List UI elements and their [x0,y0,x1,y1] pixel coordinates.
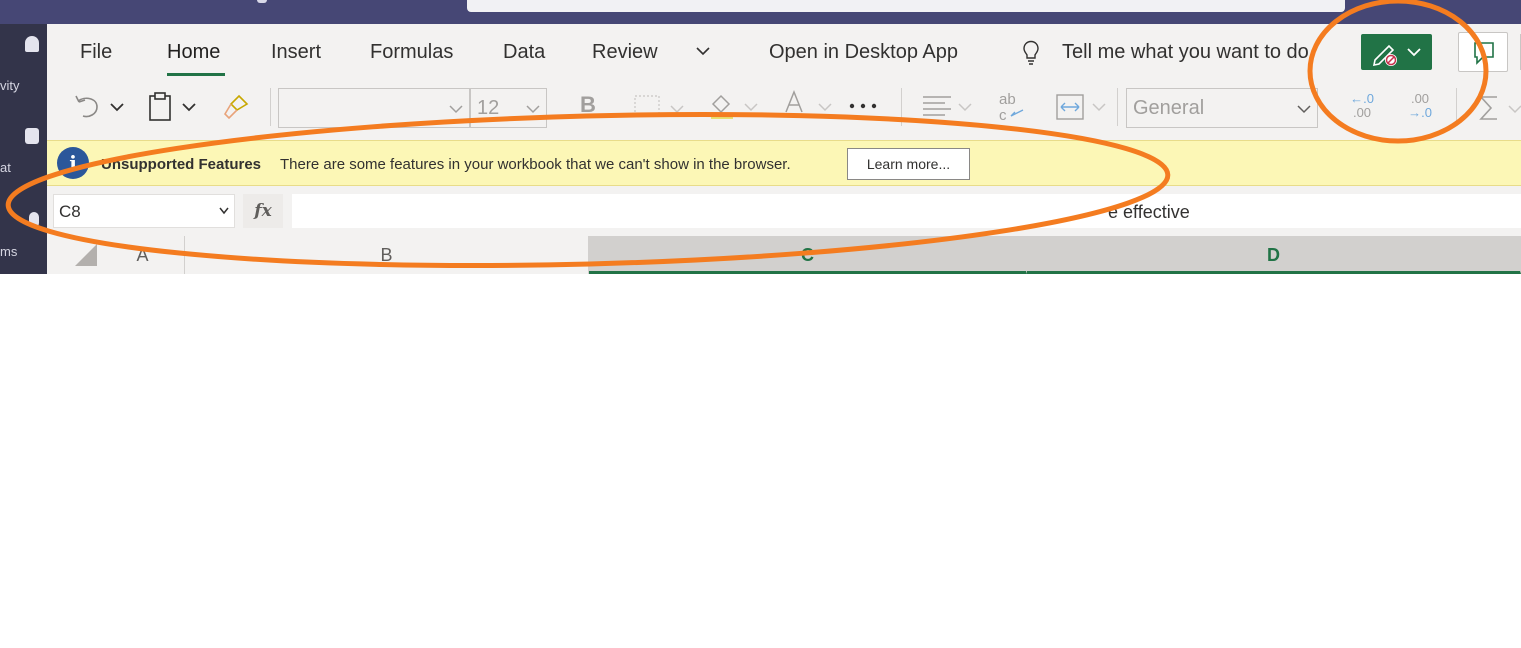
tab-file[interactable]: File [80,41,112,64]
message-text: There are some features in your workbook… [280,156,791,173]
chevron-down-icon [1297,105,1311,114]
increase-decimal-bottom: .00 [1352,105,1372,120]
font-size-value: 12 [477,97,500,119]
teams-title-bar [0,0,1521,24]
editing-mode-button[interactable] [1361,34,1432,70]
open-in-desktop-app-button[interactable]: Open in Desktop App [769,41,958,64]
tab-insert[interactable]: Insert [271,41,321,64]
insert-function-button[interactable]: fx [243,194,283,228]
divider [1117,88,1118,126]
rail-item-label: at [0,160,11,175]
teams-search-box[interactable] [467,0,1345,12]
divider [270,88,271,126]
name-box[interactable]: C8 [53,194,235,228]
column-header-b[interactable]: B [185,236,589,274]
divider [901,88,902,126]
font-size-dropdown[interactable]: 12 [470,88,547,128]
chat-icon [25,128,39,144]
decrease-decimal-top: .00 [1410,91,1430,106]
tell-me-search[interactable]: Tell me what you want to do [1062,41,1309,64]
tab-review[interactable]: Review [592,41,658,64]
tab-data[interactable]: Data [503,41,545,64]
formula-input[interactable]: e effective a [292,194,1521,228]
more-options-icon[interactable] [847,98,881,114]
tab-formulas[interactable]: Formulas [370,41,453,64]
select-all-corner[interactable] [47,236,101,274]
formula-bar: C8 fx e effective a [47,186,1521,236]
increase-decimal-button[interactable]: ←.0 .00 [1347,92,1377,120]
autosum-icon[interactable] [1479,94,1521,122]
merge-center-icon[interactable] [1055,92,1111,122]
learn-more-button[interactable]: Learn more... [847,148,970,180]
rail-item-label: ms [0,244,18,259]
svg-text:c: c [999,107,1007,124]
lightbulb-icon [1023,40,1039,65]
rail-item-chat[interactable]: at [0,124,47,175]
format-painter-icon[interactable] [219,92,251,122]
chevron-down-icon [526,105,540,114]
bold-button[interactable]: B [580,92,596,118]
teams-icon [29,212,39,228]
wrap-text-icon[interactable]: ab c [997,90,1029,124]
svg-text:ab: ab [999,91,1016,108]
font-name-dropdown[interactable] [278,88,470,128]
increase-decimal-top: ←.0 [1350,91,1374,106]
unsupported-features-bar: i Unsupported Features There are some fe… [47,140,1521,186]
ribbon-tabs: File Home Insert Formulas Data Review Op… [47,24,1521,82]
paste-icon[interactable] [147,90,205,124]
column-label: B [380,245,393,265]
chevron-down-icon [449,105,463,114]
number-format-value: General [1133,97,1205,119]
divider [1456,88,1457,126]
font-color-icon[interactable] [781,90,837,122]
undo-icon[interactable] [73,92,131,122]
align-icon[interactable] [921,92,977,122]
bell-icon [25,36,39,52]
home-toolbar: 12 B ab c General ←.0 .00 .00 →.0 [47,82,1521,138]
excel-online-window: vity at ms File Home Insert Formulas Dat… [0,0,1521,274]
message-title: Unsupported Features [101,156,262,173]
column-header-c[interactable]: C [589,236,1027,274]
fill-color-icon[interactable] [707,90,763,122]
comment-icon [1474,42,1494,65]
column-label: D [1267,245,1280,265]
column-label: C [801,245,814,265]
name-box-value: C8 [59,202,81,221]
decrease-decimal-button[interactable]: .00 →.0 [1405,92,1435,120]
more-tabs-chevron-icon[interactable] [696,44,710,58]
active-tab-indicator [167,73,225,76]
formula-overflow-mask [1192,194,1521,228]
pencil-disabled-icon [1372,44,1421,67]
rail-item-label: vity [0,78,20,93]
chevron-down-icon [219,207,229,215]
rail-item-teams[interactable]: ms [0,210,47,260]
teams-left-rail: vity at ms [0,24,47,274]
column-label: A [136,245,149,265]
number-format-dropdown[interactable]: General [1126,88,1318,128]
borders-icon[interactable] [633,94,689,122]
comments-button[interactable] [1458,32,1508,72]
decrease-decimal-bottom: →.0 [1408,105,1432,120]
column-header-d[interactable]: D [1027,236,1521,274]
formula-text: e effective a [1108,202,1205,222]
column-headers: A B C D [47,236,1521,274]
info-icon: i [57,147,89,179]
tab-home[interactable]: Home [167,41,220,64]
column-header-a[interactable]: A [101,236,185,274]
title-fragment [257,0,267,3]
rail-item-activity[interactable]: vity [0,30,47,93]
